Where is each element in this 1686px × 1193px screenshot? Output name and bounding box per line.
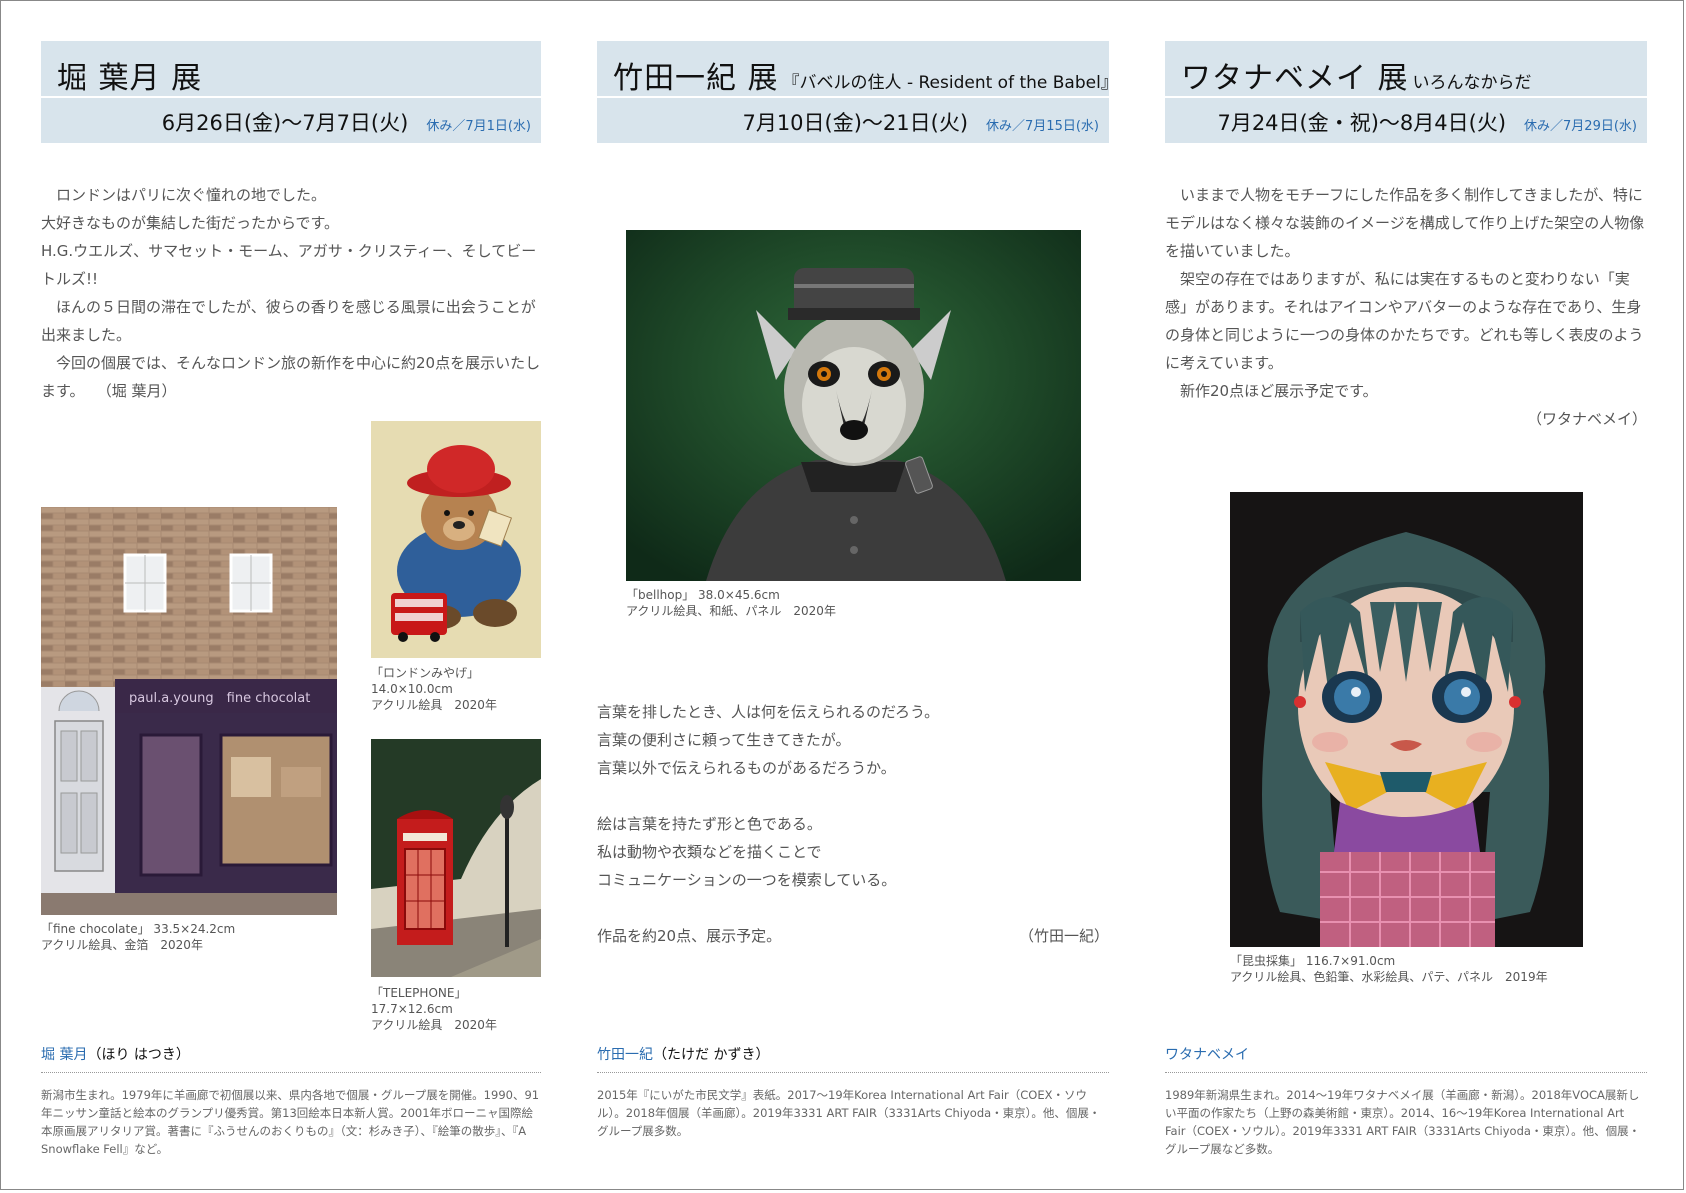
closed-day: 休み／7月29日(水) bbox=[1524, 119, 1637, 134]
closed-day: 休み／7月1日(水) bbox=[426, 119, 531, 134]
caption-line: 14.0×10.0cm bbox=[371, 682, 453, 696]
statement-line: コミュニケーションの一つを模索している。 bbox=[597, 871, 897, 889]
artist-name-text: ワタナベメイ bbox=[1165, 1047, 1249, 1063]
signature: （竹田一紀） bbox=[1018, 927, 1109, 945]
artwork-caption: 「bellhop」 38.0×45.6cm アクリル絵具、和紙、パネル 2020… bbox=[626, 587, 836, 619]
artist-bio: 1989年新潟県生まれ。2014〜19年ワタナベメイ展（羊画廊・新潟）。2018… bbox=[1165, 1088, 1641, 1156]
shop-sign: paul.a.young fine chocolat bbox=[129, 691, 310, 706]
statement-line: 作品を約20点、展示予定。 （竹田一紀） bbox=[597, 922, 1109, 950]
teddy-bear-painting bbox=[371, 421, 541, 658]
artist-statement: いままで人物をモチーフにした作品を多く制作してきましたが、特にモデルはなく様々な… bbox=[1165, 181, 1647, 433]
girl-portrait-painting bbox=[1230, 492, 1583, 947]
artist-name: 竹田一紀（たけだ かずき） bbox=[597, 1044, 769, 1064]
exhibition-subtitle: 『バベルの住人 - Resident of the Babel』 bbox=[782, 73, 1109, 93]
artwork-caption: 「fine chocolate」 33.5×24.2cm アクリル絵具、金箔 2… bbox=[41, 921, 235, 953]
divider bbox=[41, 1072, 541, 1073]
artist-name-text: 竹田一紀 bbox=[597, 1047, 653, 1063]
statement-line: 言葉の便利さに頼って生きてきたが。 bbox=[597, 731, 851, 749]
artist-statement: 言葉を排したとき、人は何を伝えられるのだろう。 言葉の便利さに頼って生きてきたが… bbox=[597, 698, 1109, 950]
caption-line: 「ロンドンみやげ」 bbox=[371, 666, 480, 680]
divider bbox=[597, 1072, 1109, 1073]
statement-paragraph: いままで人物をモチーフにした作品を多く制作してきましたが、特にモデルはなく様々な… bbox=[1165, 186, 1645, 260]
statement-paragraph: 新作20点ほど展示予定です。 bbox=[1165, 382, 1378, 400]
statement-paragraph: 今回の個展では、そんなロンドン旅の新作を中心に約20点を展示いたします。 （堀 … bbox=[41, 354, 541, 400]
statement-paragraph: 架空の存在ではありますが、私には実在するものと変わりない「実感」があります。それ… bbox=[1165, 270, 1644, 372]
flyer-page: 堀 葉月 展 6月26日(金)〜7月7日(火) 休み／7月1日(水) ロンドンはパ… bbox=[0, 0, 1684, 1190]
caption-line: アクリル絵具 2020年 bbox=[371, 698, 497, 712]
statement-paragraph: H.G.ウエルズ、サマセット・モーム、アガサ・クリスティー、そしてビートルズ!! bbox=[41, 242, 537, 288]
statement-line: 私は動物や衣類などを描くことで bbox=[597, 843, 822, 861]
statement-paragraph: ほんの５日間の滞在でしたが、彼らの香りを感じる風景に出会うことが出来ました。 bbox=[41, 298, 536, 344]
artist-name-text: 堀 葉月 bbox=[41, 1047, 88, 1063]
artwork-caption: 「ロンドンみやげ」 14.0×10.0cm アクリル絵具 2020年 bbox=[371, 665, 497, 713]
closed-day: 休み／7月15日(水) bbox=[986, 119, 1099, 134]
exhibition-title: ワタナベメイ 展 bbox=[1181, 61, 1409, 96]
caption-line: アクリル絵具、金箔 2020年 bbox=[41, 938, 203, 952]
statement-paragraph: 大好きなものが集結した街だったからです。 bbox=[41, 214, 340, 232]
caption-line: 「昆虫採集」 116.7×91.0cm bbox=[1230, 954, 1396, 968]
statement-line bbox=[597, 894, 1109, 922]
caption-line: アクリル絵具、和紙、パネル 2020年 bbox=[626, 604, 836, 618]
caption-line: アクリル絵具 2020年 bbox=[371, 1018, 497, 1032]
artist-bio: 2015年『にいがた市民文学』表紙。2017〜19年Korea Internat… bbox=[597, 1088, 1101, 1138]
exhibition-title: 竹田一紀 展 bbox=[613, 61, 779, 96]
divider bbox=[1165, 1072, 1647, 1073]
statement-line: 言葉を排したとき、人は何を伝えられるのだろう。 bbox=[597, 703, 940, 721]
exhibition-dates: 7月10日(金)〜21日(火) bbox=[742, 111, 969, 135]
caption-line: 17.7×12.6cm bbox=[371, 1002, 453, 1016]
brick-shopfront-painting: paul.a.young fine chocolat bbox=[41, 507, 337, 915]
exhibition-header: 竹田一紀 展『バベルの住人 - Resident of the Babel』 7… bbox=[597, 41, 1109, 143]
exhibition-header: ワタナベメイ 展いろんなからだ 7月24日(金・祝)〜8月4日(火) 休み／7月2… bbox=[1165, 41, 1647, 143]
exhibition-dates: 7月24日(金・祝)〜8月4日(火) bbox=[1217, 111, 1507, 135]
artist-name: 堀 葉月（ほり はつき） bbox=[41, 1044, 190, 1064]
artist-name-reading: （ほり はつき） bbox=[87, 1047, 190, 1063]
statement-line-text: 作品を約20点、展示予定。 bbox=[597, 927, 782, 945]
statement-line: 絵は言葉を持たず形と色である。 bbox=[597, 815, 822, 833]
statement-paragraph: ロンドンはパリに次ぐ憧れの地でした。 bbox=[41, 186, 327, 204]
statement-line: 言葉以外で伝えられるものがあるだろうか。 bbox=[597, 759, 896, 777]
caption-line: 「TELEPHONE」 bbox=[371, 986, 467, 1000]
caption-line: 「bellhop」 38.0×45.6cm bbox=[626, 588, 780, 602]
lemur-bellhop-painting bbox=[626, 230, 1081, 581]
artist-name: ワタナベメイ bbox=[1165, 1044, 1249, 1064]
statement-line bbox=[597, 782, 1109, 810]
signature: （ワタナベメイ） bbox=[1526, 410, 1647, 428]
artist-name-reading: （たけだ かずき） bbox=[653, 1047, 770, 1063]
artist-bio: 新潟市生まれ。1979年に羊画廊で初個展以来、県内各地で個展・グループ展を開催。… bbox=[41, 1088, 540, 1156]
caption-line: 「fine chocolate」 33.5×24.2cm bbox=[41, 922, 236, 936]
exhibition-header: 堀 葉月 展 6月26日(金)〜7月7日(火) 休み／7月1日(水) bbox=[41, 41, 541, 143]
artwork-caption: 「TELEPHONE」 17.7×12.6cm アクリル絵具 2020年 bbox=[371, 985, 497, 1033]
phone-box-painting bbox=[371, 739, 541, 977]
exhibition-subtitle: いろんなからだ bbox=[1412, 73, 1532, 93]
exhibition-dates: 6月26日(金)〜7月7日(火) bbox=[161, 111, 409, 135]
exhibition-title: 堀 葉月 展 bbox=[57, 61, 203, 96]
caption-line: アクリル絵具、色鉛筆、水彩絵具、パテ、パネル 2019年 bbox=[1230, 970, 1548, 984]
artwork-caption: 「昆虫採集」 116.7×91.0cm アクリル絵具、色鉛筆、水彩絵具、パテ、パ… bbox=[1230, 953, 1548, 985]
artist-statement: ロンドンはパリに次ぐ憧れの地でした。 大好きなものが集結した街だったからです。 … bbox=[41, 181, 541, 405]
